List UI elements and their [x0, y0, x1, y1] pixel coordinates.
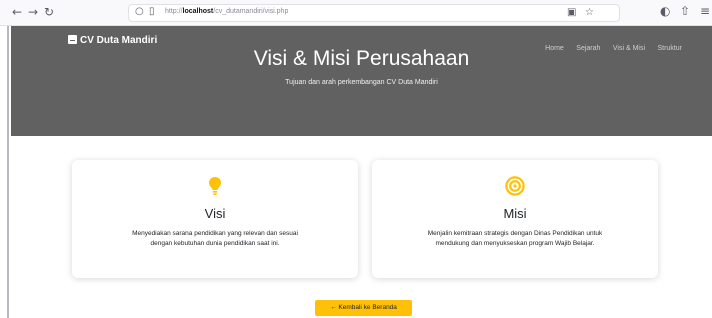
back-arrow-icon[interactable]: ←: [10, 5, 24, 19]
bookmark-star-icon[interactable]: ☆: [585, 7, 594, 18]
back-button-label: Kembali ke Beranda: [338, 304, 397, 311]
shield-icon: ○: [135, 6, 144, 17]
page-subtitle: Tujuan dan arah perkembangan CV Duta Man…: [285, 79, 438, 86]
mission-title: Misi: [503, 206, 527, 221]
extension-icon[interactable]: ◐: [660, 4, 670, 18]
building-icon: [68, 35, 77, 44]
lightbulb-icon: [72, 176, 358, 201]
page-icon: ▯: [149, 6, 155, 17]
reader-view-icon[interactable]: ▣: [567, 7, 576, 18]
mission-card: Misi Menjalin kemitraan strategis dengan…: [372, 160, 658, 278]
browser-toolbar: ← → ↻ ○ ▯ http://localhost/cv_dutamandir…: [0, 0, 712, 26]
target-icon: [372, 176, 658, 201]
share-icon[interactable]: ⇧: [680, 4, 690, 18]
window-edge: [0, 26, 9, 318]
menu-icon[interactable]: ≡: [700, 4, 710, 18]
back-to-home-button[interactable]: ← Kembali ke Beranda: [315, 300, 412, 316]
hero-header: CV Duta Mandiri Home Sejarah Visi & Misi…: [11, 26, 712, 136]
vision-description: Menyediakan sarana pendidikan yang relev…: [132, 230, 298, 247]
navbar-brand[interactable]: CV Duta Mandiri: [68, 35, 157, 46]
address-bar[interactable]: ○ ▯ http://localhost/cv_dutamandiri/visi…: [128, 4, 620, 22]
mission-description: Menjalin kemitraan strategis dengan Dina…: [427, 230, 603, 247]
url-text: http://localhost/cv_dutamandiri/visi.php: [165, 8, 289, 15]
arrow-left-icon: ←: [330, 304, 337, 311]
vision-card: Visi Menyediakan sarana pendidikan yang …: [72, 160, 358, 278]
vision-title: Visi: [204, 206, 226, 221]
page-title: Visi & Misi Perusahaan: [253, 47, 470, 70]
reload-icon[interactable]: ↻: [42, 5, 56, 19]
forward-arrow-icon[interactable]: →: [26, 5, 40, 19]
